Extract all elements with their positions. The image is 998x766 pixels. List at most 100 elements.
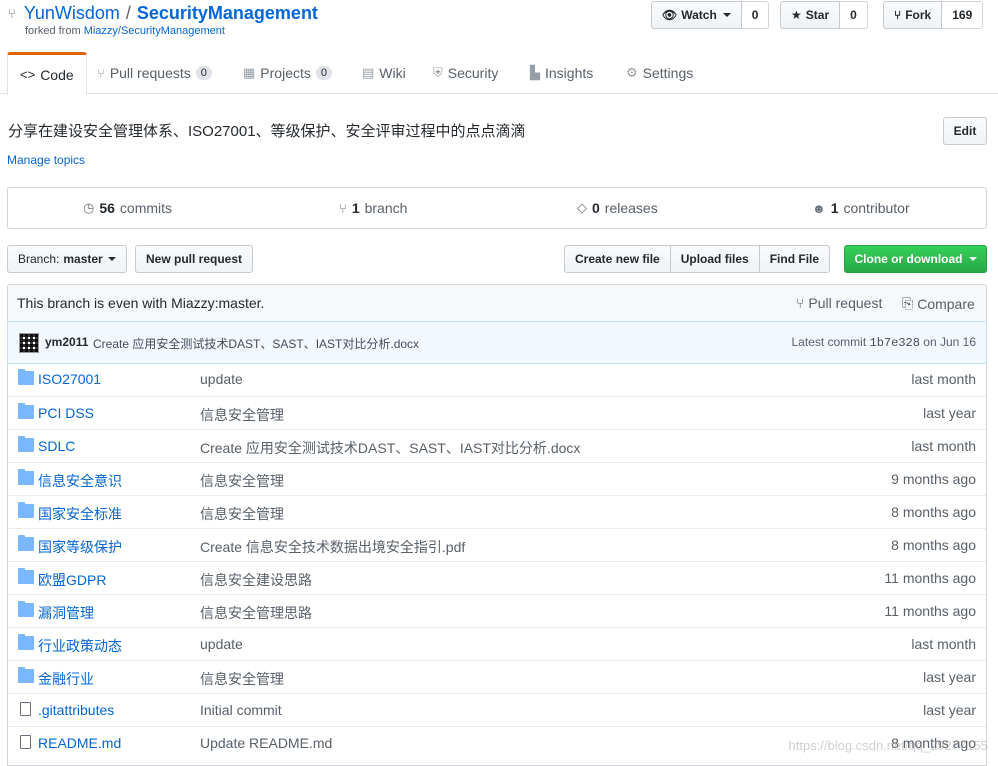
compare-label: Compare: [917, 295, 975, 312]
folder-icon: [18, 369, 34, 385]
contributor-label: contributor: [843, 200, 910, 216]
chevron-down-icon: [968, 257, 977, 261]
chevron-down-icon: [722, 13, 731, 17]
eye-icon: 👁: [662, 8, 678, 22]
fork-counter: ⑂ Fork 169: [883, 1, 984, 29]
pull-request-label: Pull request: [808, 295, 883, 311]
file-age: 8 months ago: [891, 537, 976, 553]
pull-request-link[interactable]: ⑂ Pull request: [796, 295, 882, 311]
file-commit-message[interactable]: Create 信息安全技术数据出境安全指引.pdf: [200, 537, 465, 557]
tab-pull-requests[interactable]: ⑂ Pull requests 0: [97, 52, 212, 94]
upload-files-button[interactable]: Upload files: [669, 245, 760, 273]
tab-settings[interactable]: ⚙ Settings: [626, 52, 693, 94]
watermark: https://blog.csdn.net/qq_29277155: [788, 738, 989, 753]
file-commit-message[interactable]: 信息安全管理: [200, 669, 284, 689]
find-file-button[interactable]: Find File: [758, 245, 831, 273]
file-commit-message[interactable]: update: [200, 371, 243, 387]
branch-select-button[interactable]: Branch: master: [7, 245, 127, 273]
fork-label: Fork: [905, 8, 932, 22]
file-commit-message[interactable]: Initial commit: [200, 702, 282, 718]
branch-name: master: [63, 252, 103, 266]
file-commit-message[interactable]: 信息安全建设思路: [200, 570, 312, 590]
edit-description-button[interactable]: Edit: [943, 117, 987, 145]
watch-button[interactable]: 👁 Watch: [651, 1, 742, 29]
tab-security[interactable]: ⛨ Security: [433, 52, 498, 94]
book-icon: ▤: [362, 65, 375, 80]
commits-link[interactable]: ◷ 56 commits: [83, 188, 172, 228]
tab-label: Wiki: [379, 65, 406, 81]
forked-from-link[interactable]: Miazzy/SecurityManagement: [84, 25, 225, 37]
file-navigation-buttons: Create new file Upload files Find File: [564, 245, 831, 273]
file-name-link[interactable]: 国家安全标准: [38, 504, 122, 524]
file-name-link[interactable]: SDLC: [38, 438, 75, 454]
branch-status-bar: This branch is even with Miazzy:master. …: [7, 284, 987, 322]
manage-topics-link[interactable]: Manage topics: [7, 153, 85, 167]
diff-icon: ⎘: [902, 295, 914, 311]
tab-projects[interactable]: ▦ Projects 0: [243, 52, 332, 94]
file-commit-message[interactable]: Create 应用安全测试技术DAST、SAST、IAST对比分析.docx: [200, 438, 580, 458]
watch-label: Watch: [681, 8, 717, 22]
watch-count[interactable]: 0: [741, 1, 770, 29]
repo-owner-link[interactable]: YunWisdom: [24, 3, 120, 24]
star-count[interactable]: 0: [840, 1, 868, 29]
contributors-link[interactable]: ☻ 1 contributor: [812, 188, 910, 228]
file-commit-message[interactable]: Update README.md: [200, 735, 332, 751]
file-name-link[interactable]: 行业政策动态: [38, 636, 122, 656]
file-name-link[interactable]: 信息安全意识: [38, 471, 122, 491]
file-name-link[interactable]: README.md: [38, 735, 121, 751]
create-new-file-button[interactable]: Create new file: [564, 245, 671, 273]
commit-message-link[interactable]: Create 应用安全测试技术DAST、SAST、IAST对比分析.docx: [93, 335, 419, 352]
tab-wiki[interactable]: ▤ Wiki: [362, 52, 406, 94]
file-age: last year: [923, 405, 976, 421]
file-name-link[interactable]: 欧盟GDPR: [38, 570, 106, 590]
file-name-link[interactable]: ISO27001: [38, 371, 101, 387]
star-button[interactable]: ★ Star: [780, 1, 841, 29]
chevron-down-icon: [107, 257, 116, 261]
graph-icon: ▙: [530, 65, 540, 80]
tab-code[interactable]: <> Code: [7, 52, 87, 95]
repo-forked-icon: ⑂: [8, 6, 16, 21]
forked-prefix: forked from: [25, 25, 84, 37]
file-commit-message[interactable]: update: [200, 636, 243, 652]
repo-name-link[interactable]: SecurityManagement: [137, 3, 318, 24]
folder-icon: [18, 634, 34, 650]
branches-link[interactable]: ⑂ 1 branch: [339, 188, 407, 228]
star-counter: ★ Star 0: [780, 1, 868, 29]
file-name-link[interactable]: .gitattributes: [38, 702, 114, 718]
commit-meta: Latest commit 1b7e328 on Jun 16: [791, 335, 976, 350]
folder-icon: [18, 469, 34, 485]
avatar[interactable]: [19, 333, 39, 353]
fork-button[interactable]: ⑂ Fork: [883, 1, 943, 29]
releases-link[interactable]: ◇ 0 releases: [577, 188, 658, 228]
star-label: Star: [805, 8, 830, 22]
pull-request-icon: ⑂: [97, 65, 105, 81]
gear-icon: ⚙: [626, 65, 638, 80]
file-row: ISO27001 update last month: [8, 363, 986, 396]
fork-count[interactable]: 169: [942, 1, 984, 29]
tag-icon: ◇: [577, 200, 587, 215]
new-pull-request-button[interactable]: New pull request: [135, 245, 254, 273]
releases-label: releases: [604, 200, 658, 216]
file-icon: [20, 735, 31, 749]
file-row: 国家等级保护 Create 信息安全技术数据出境安全指引.pdf 8 month…: [8, 528, 986, 561]
code-icon: <>: [20, 67, 36, 82]
file-commit-message[interactable]: 信息安全管理: [200, 405, 284, 425]
compare-link[interactable]: ⎘ Compare: [902, 295, 975, 312]
tab-insights[interactable]: ▙ Insights: [530, 52, 593, 94]
watch-counter: 👁 Watch 0: [651, 1, 770, 29]
clone-download-button[interactable]: Clone or download: [844, 245, 987, 273]
file-name-link[interactable]: 国家等级保护: [38, 537, 122, 557]
commit-sha-link[interactable]: 1b7e328: [870, 336, 920, 350]
forked-from: forked from Miazzy/SecurityManagement: [25, 25, 225, 37]
tab-label: Pull requests: [109, 65, 191, 81]
file-commit-message[interactable]: 信息安全管理: [200, 471, 284, 491]
commit-author-link[interactable]: ym2011: [45, 335, 88, 349]
file-commit-message[interactable]: 信息安全管理思路: [200, 603, 312, 623]
file-name-link[interactable]: PCI DSS: [38, 405, 94, 421]
pull-request-icon: ⑂: [796, 295, 805, 311]
file-commit-message[interactable]: 信息安全管理: [200, 504, 284, 524]
file-name-link[interactable]: 金融行业: [38, 669, 94, 689]
file-name-link[interactable]: 漏洞管理: [38, 603, 94, 623]
project-icon: ▦: [243, 65, 256, 80]
numbers-summary: ◷ 56 commits ⑂ 1 branch ◇ 0 releases ☻ 1…: [7, 187, 987, 229]
